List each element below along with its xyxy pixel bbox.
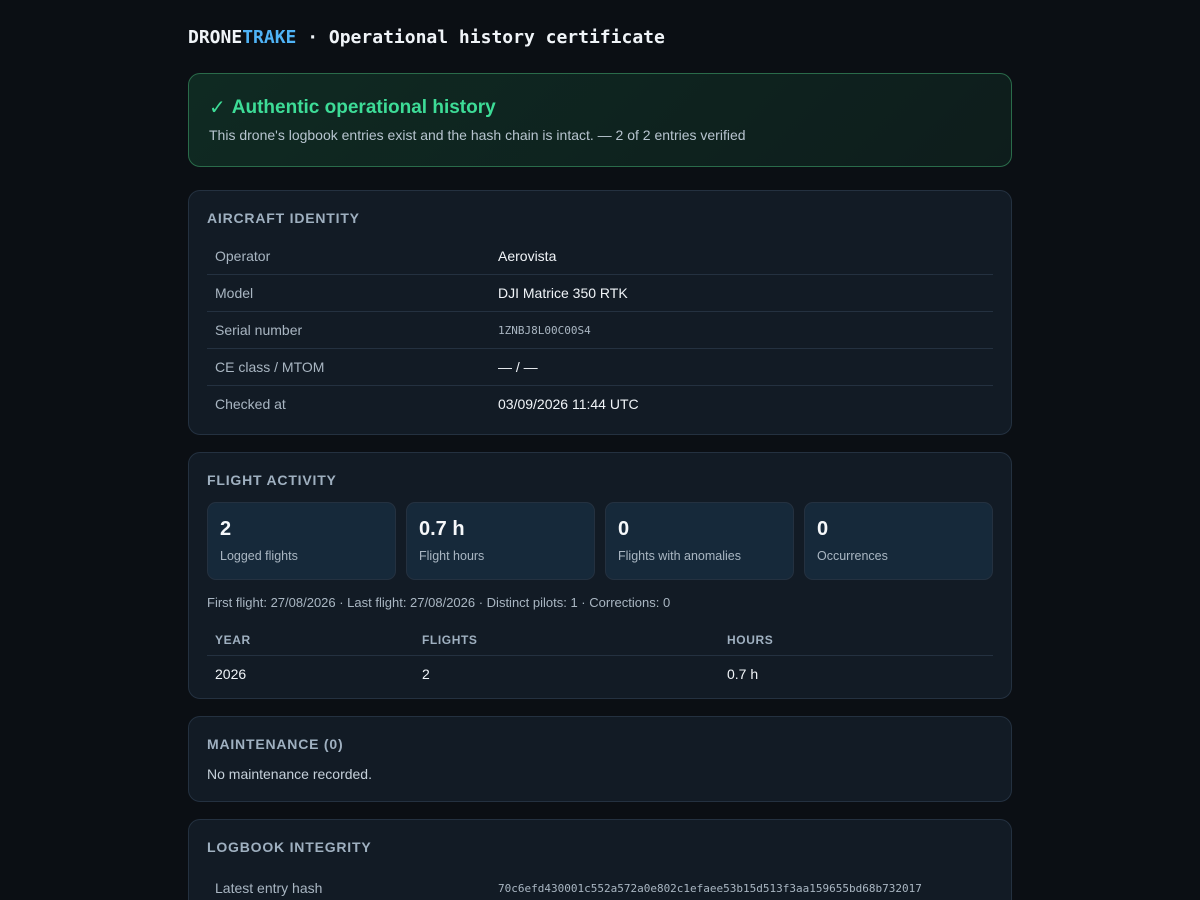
row-key: Operator [215,248,271,264]
stat-label: Flight hours [419,549,485,563]
card-title: Flight activity [207,472,337,488]
table-row: Serial number 1ZNBJ8L00C00S4 [207,312,993,349]
page-title: · Operational history certificate [296,27,665,48]
yearly-table: YEAR FLIGHTS HOURS 2026 2 0.7 h [207,625,993,692]
row-value: 03/09/2026 11:44 UTC [498,396,639,412]
stat-anomalies: 0 Flights with anomalies [605,502,794,580]
check-icon: ✓ [209,97,226,119]
card-title: Aircraft identity [207,210,360,226]
page-header: DRONETRAKE · Operational history certifi… [188,26,1012,50]
cell-year: 2026 [215,666,247,682]
table-row: Model DJI Matrice 350 RTK [207,275,993,312]
cell-flights: 2 [422,666,430,682]
brand-name-part1: DRONE [188,27,243,48]
row-value: DJI Matrice 350 RTK [498,285,628,301]
maintenance-card: Maintenance (0) No maintenance recorded. [188,716,1012,802]
stat-flight-hours: 0.7 h Flight hours [406,502,595,580]
integrity-table: Latest entry hash 70c6efd430001c552a572a… [207,870,993,900]
flight-activity-card: Flight activity 2 Logged flights 0.7 h F… [188,452,1012,699]
row-key: Checked at [215,396,286,412]
table-row: Latest entry hash 70c6efd430001c552a572a… [207,870,993,900]
cell-hours: 0.7 h [727,666,759,682]
table-header: YEAR FLIGHTS HOURS [207,625,993,656]
stat-label: Occurrences [817,549,888,563]
column-header-year: YEAR [215,633,251,647]
certificate-page: DRONETRAKE · Operational history certifi… [188,0,1012,900]
row-key: Model [215,285,254,301]
table-row: 2026 2 0.7 h [207,656,993,692]
aircraft-identity-card: Aircraft identity Operator Aerovista Mod… [188,190,1012,435]
stat-label: Logged flights [220,549,298,563]
table-row: CE class / MTOM — / — [207,349,993,386]
stat-logged-flights: 2 Logged flights [207,502,396,580]
logbook-integrity-card: Logbook integrity Latest entry hash 70c6… [188,819,1012,900]
verification-banner: ✓ Authentic operational history This dro… [188,73,1012,167]
banner-title: Authentic operational history [231,97,496,118]
column-header-hours: HOURS [727,633,774,647]
brand-name-part2: TRAKE [242,27,297,48]
stat-value: 0 [618,518,630,540]
column-header-flights: FLIGHTS [422,633,478,647]
table-row: Checked at 03/09/2026 11:44 UTC [207,386,993,422]
serial-number-value: 1ZNBJ8L00C00S4 [498,323,591,337]
stat-value: 0 [817,518,829,540]
identity-table: Operator Aerovista Model DJI Matrice 350… [207,238,993,422]
row-key: Latest entry hash [215,880,323,896]
card-title: Maintenance (0) [207,736,344,752]
row-value: — / — [498,359,538,375]
banner-title-row: ✓ Authentic operational history [209,96,991,120]
card-title: Logbook integrity [207,839,372,855]
stats-row: 2 Logged flights 0.7 h Flight hours 0 Fl… [207,502,993,580]
row-key: CE class / MTOM [215,359,325,375]
stat-occurrences: 0 Occurrences [804,502,993,580]
hash-value: 70c6efd430001c552a572a0e802c1efaee53b15d… [498,881,922,895]
activity-summary: First flight: 27/08/2026 · Last flight: … [207,595,671,610]
banner-subtitle: This drone's logbook entries exist and t… [209,127,746,143]
table-row: Operator Aerovista [207,238,993,275]
stat-label: Flights with anomalies [618,549,741,563]
row-key: Serial number [215,322,303,338]
stat-value: 2 [220,518,232,540]
row-value: Aerovista [498,248,557,264]
empty-state-text: No maintenance recorded. [207,766,372,782]
stat-value: 0.7 h [419,518,465,540]
